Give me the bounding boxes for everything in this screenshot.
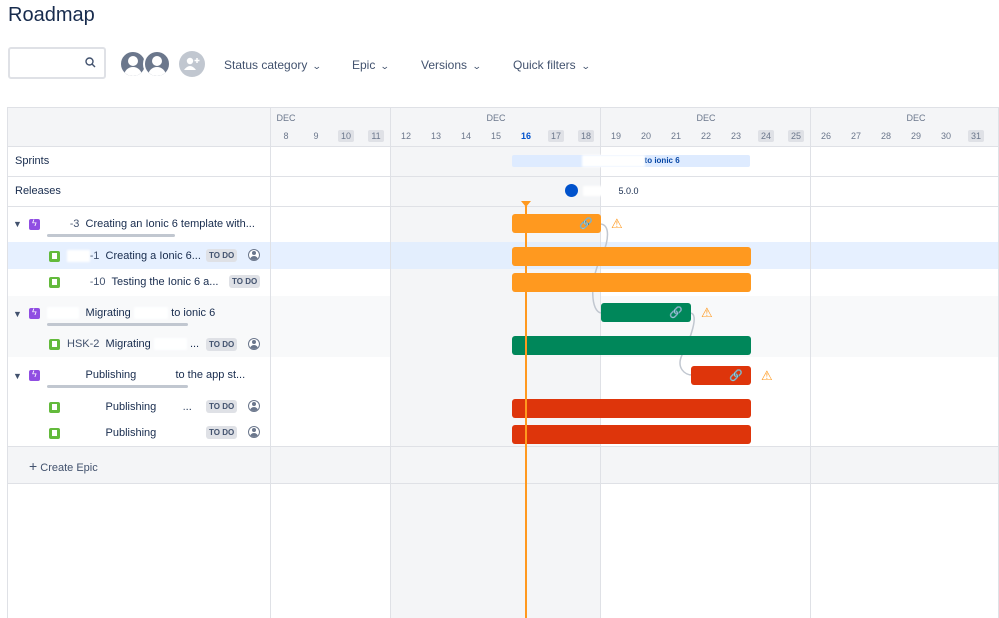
warning-icon[interactable]: ⚠	[761, 368, 773, 384]
link-icon[interactable]: 🔗	[729, 369, 743, 382]
warning-icon[interactable]: ⚠	[611, 216, 623, 232]
link-icon[interactable]: 🔗	[669, 306, 683, 319]
warning-icon[interactable]: ⚠	[701, 305, 713, 321]
epic-bar[interactable]: 🔗	[691, 366, 751, 385]
story-bar[interactable]	[512, 247, 751, 266]
dependency-connectors	[592, 223, 695, 376]
link-icon[interactable]: 🔗	[579, 217, 593, 230]
story-bar[interactable]	[512, 336, 751, 355]
epic-bar[interactable]: 🔗	[601, 303, 691, 322]
today-line	[525, 206, 527, 618]
story-bar[interactable]	[512, 425, 751, 444]
story-bar[interactable]	[512, 399, 751, 418]
story-bar[interactable]	[512, 273, 751, 292]
